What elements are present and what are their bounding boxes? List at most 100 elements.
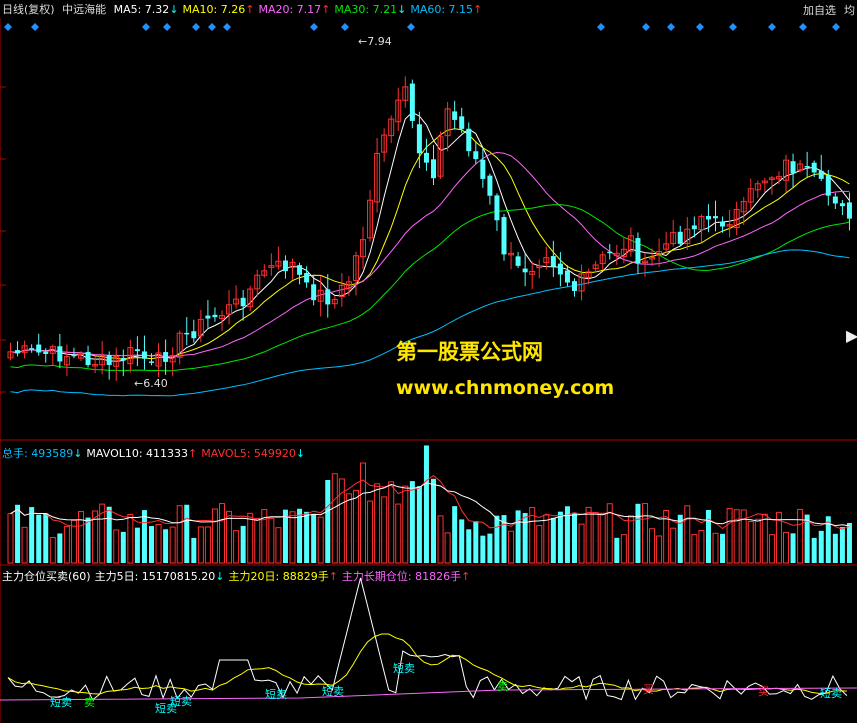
volume-bar: [431, 478, 436, 563]
volume-bar: [381, 496, 388, 564]
volume-bar: [388, 481, 395, 564]
candle-body: [163, 352, 169, 362]
volume-bar: [761, 513, 768, 564]
candle-body: [557, 263, 563, 275]
volume-bar: [747, 521, 754, 564]
volume-bar: [149, 526, 154, 563]
candle-body: [212, 314, 218, 318]
candle-body: [297, 265, 303, 275]
volume-bar: [106, 506, 112, 563]
volume-bar: [197, 526, 204, 564]
signal-diamond-icon: [4, 23, 12, 31]
candle-body: [635, 238, 641, 264]
volume-bar: [219, 503, 225, 564]
high-price-label: ←7.94: [358, 35, 392, 48]
volume-bar: [374, 483, 381, 564]
candle-body: [501, 217, 507, 255]
candle-body: [141, 351, 147, 359]
volume-bar: [352, 489, 359, 564]
volume-bar: [437, 515, 444, 564]
candle-body: [522, 268, 528, 273]
signal-diamond-icon: [341, 23, 349, 31]
candle-body: [825, 175, 831, 196]
candle-body: [282, 260, 288, 272]
candle-body: [184, 332, 190, 335]
signal-diamond-icon: [597, 23, 605, 31]
volume-bar: [557, 511, 563, 563]
candle-body: [120, 357, 126, 361]
candle-body: [325, 289, 331, 305]
candle-body: [85, 351, 91, 366]
candle-body: [494, 195, 500, 221]
signal-label: 短卖: [393, 661, 415, 675]
volume-bars: [7, 445, 852, 564]
volume-bar: [620, 534, 627, 564]
signal-label: 短卖: [170, 694, 192, 708]
volume-bar: [416, 486, 422, 563]
watermark-title: 第一股票公式网: [396, 340, 543, 364]
vol-legend-0: 总手: 493589↓: [2, 447, 83, 460]
signal-diamond-icon: [163, 23, 171, 31]
signal-label: 短卖: [322, 684, 344, 698]
main20-line: [7, 633, 847, 695]
ma20-line: [10, 151, 850, 358]
volume-bar: [522, 513, 528, 563]
volume-bar: [818, 530, 824, 563]
volume-bar: [43, 513, 49, 563]
indicator-lines: [0, 577, 857, 701]
volume-bar: [7, 513, 14, 564]
mouse-cursor-icon: ▶: [846, 326, 857, 345]
volume-bar: [578, 523, 585, 564]
signal-diamond-icon: [31, 23, 39, 31]
ind-legend-1: 主力5日: 15170815.20↓: [94, 570, 225, 583]
candle-body: [240, 297, 246, 307]
volume-bar: [536, 525, 543, 564]
volume-bar: [325, 479, 331, 563]
volume-legend: 总手: 493589↓ MAVOL10: 411333↑ MAVOL5: 54992…: [2, 446, 313, 462]
volume-bar: [494, 515, 500, 563]
signal-label: 买: [758, 685, 769, 698]
volume-bar: [15, 504, 21, 563]
volume-bar: [705, 510, 711, 563]
candle-body: [713, 216, 718, 219]
volume-bar: [846, 522, 852, 563]
volume-bar: [614, 537, 620, 563]
volume-bar: [331, 473, 338, 564]
volume-bar: [169, 526, 176, 564]
volume-bar: [797, 508, 804, 564]
volume-bar: [635, 503, 641, 563]
volume-bar: [70, 519, 77, 564]
candle-body: [564, 270, 570, 283]
volume-bar: [85, 517, 91, 563]
volume-bar: [155, 523, 162, 564]
volume-bar: [127, 513, 134, 564]
candle-body: [409, 83, 415, 121]
volume-bar: [832, 533, 838, 563]
signal-label: 买: [643, 683, 654, 696]
volume-bar: [466, 529, 472, 563]
candle-body: [720, 221, 726, 227]
volume-bar: [572, 512, 577, 563]
volume-bar: [21, 526, 28, 564]
vol-legend-2: MAVOL5: 549920↓: [201, 447, 306, 460]
volume-bar: [289, 511, 296, 564]
signal-diamond-icon: [729, 23, 737, 31]
signal-diamond-icon: [310, 23, 318, 31]
signal-diamond-icon: [832, 23, 840, 31]
volume-bar: [684, 505, 691, 564]
candle-body: [818, 170, 824, 179]
volume-bar: [176, 505, 183, 564]
ind-legend-3: 主力长期仓位: 81826手↑: [341, 570, 471, 583]
signal-diamond-row: [4, 23, 840, 31]
candle-body: [790, 161, 796, 174]
volume-bar: [57, 533, 63, 563]
volume-bar: [508, 530, 515, 564]
ind-legend-0: 主力仓位买卖(60): [2, 570, 91, 583]
volume-bar: [311, 513, 317, 563]
volume-bar: [733, 509, 740, 564]
volume-bar: [247, 512, 254, 564]
signal-diamond-icon: [223, 23, 231, 31]
volume-bar: [599, 512, 606, 564]
candle-body: [473, 151, 479, 160]
volume-bar: [304, 511, 310, 563]
